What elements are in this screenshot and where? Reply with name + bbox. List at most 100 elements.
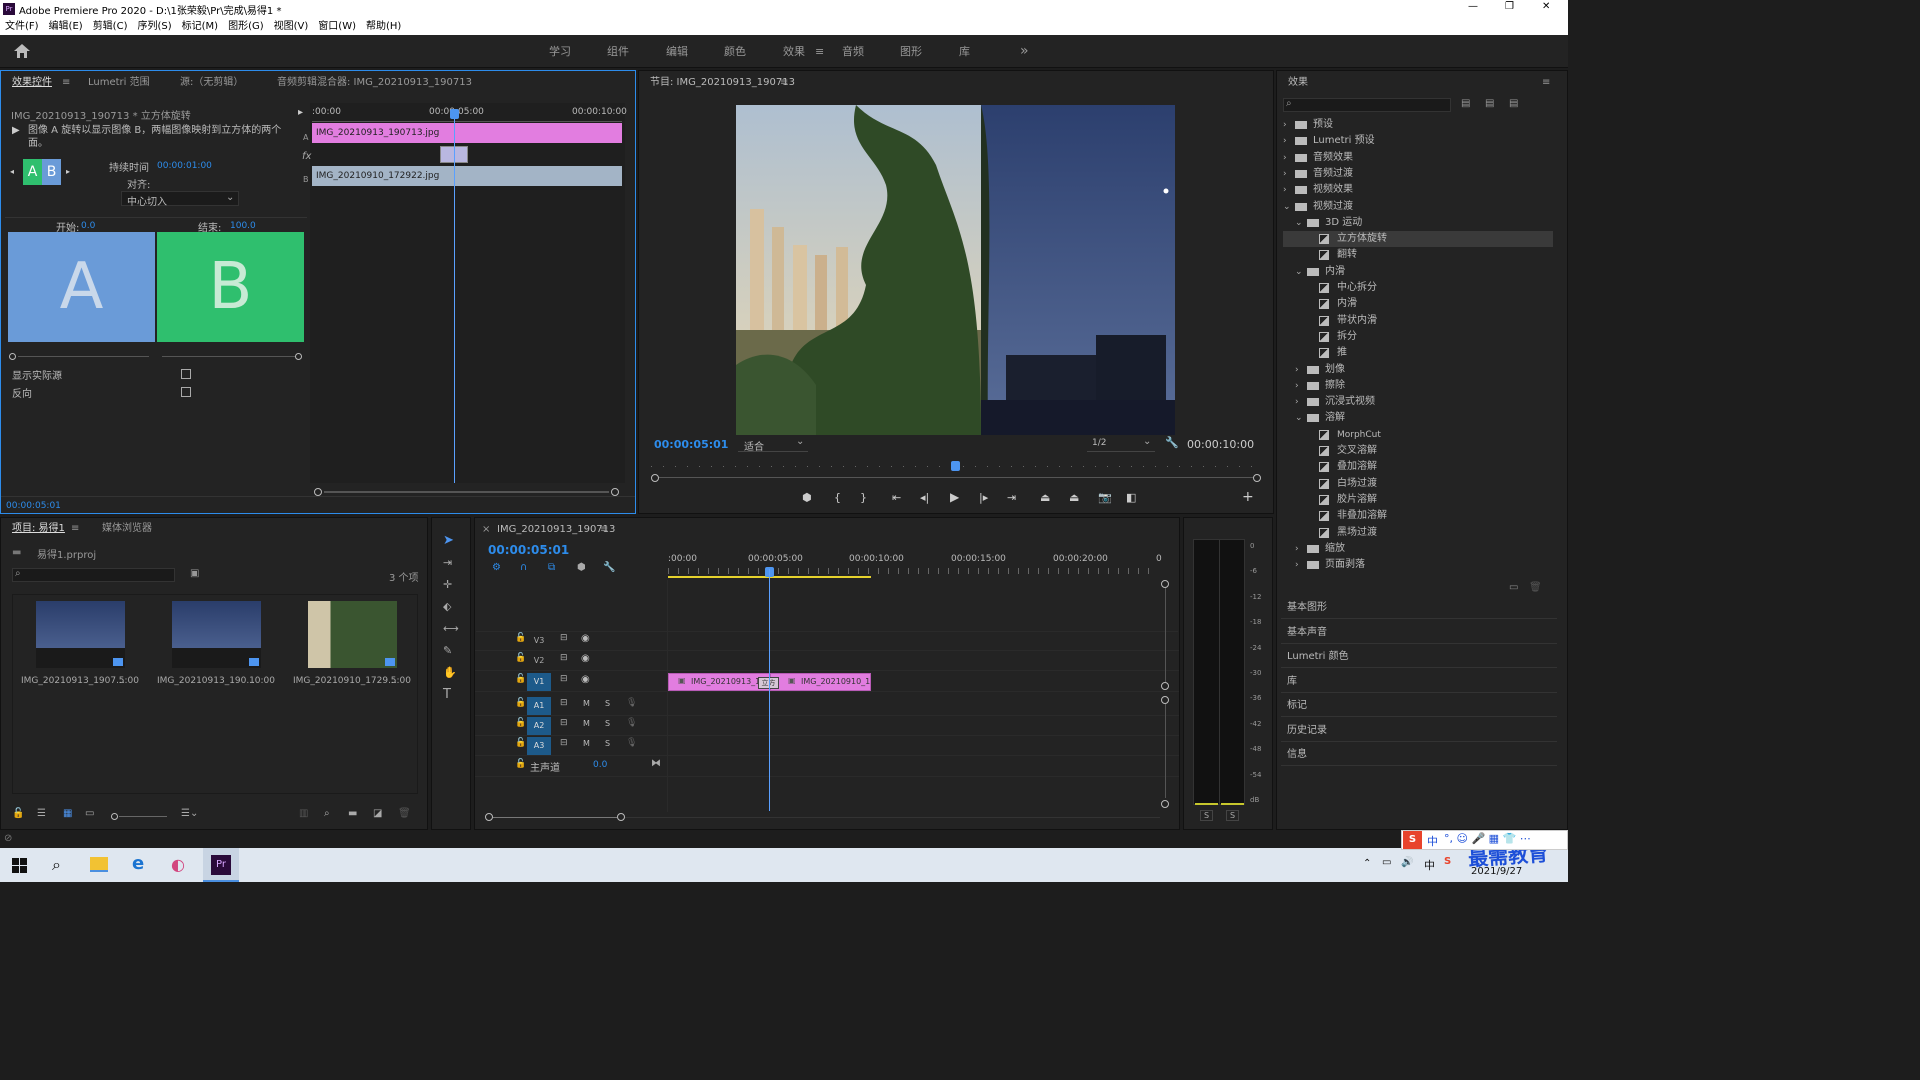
- voiceover-mic-icon[interactable]: 🎙: [626, 718, 637, 728]
- effects-folder[interactable]: › 缩放: [1283, 541, 1553, 557]
- 32bit-effects-icon[interactable]: ▤: [1485, 98, 1494, 109]
- track-target-button[interactable]: V3: [527, 632, 551, 650]
- new-bin-icon[interactable]: ▭: [1509, 582, 1518, 593]
- home-icon[interactable]: [14, 44, 30, 58]
- play-transition-icon[interactable]: ▶: [12, 125, 20, 136]
- solo-button[interactable]: S: [605, 699, 610, 708]
- program-timecode[interactable]: 00:00:05:01: [654, 438, 728, 451]
- tab-menu-icon[interactable]: ≡: [62, 76, 70, 90]
- v1-clip-2[interactable]: IMG_20210910_172: [770, 673, 871, 691]
- effects-folder[interactable]: › 划像: [1283, 362, 1553, 378]
- file-explorer-icon[interactable]: [90, 857, 108, 872]
- chevron-down-icon[interactable]: ⌄: [1295, 410, 1303, 426]
- timeline-settings-icon[interactable]: 🔧: [603, 562, 615, 573]
- voiceover-mic-icon[interactable]: 🎙: [626, 738, 637, 748]
- workspace-effects[interactable]: 效果: [783, 35, 805, 68]
- go-to-in-icon[interactable]: ⇤: [892, 491, 901, 504]
- windows-start-icon[interactable]: [12, 858, 27, 873]
- step-forward-icon[interactable]: |▸: [979, 491, 988, 504]
- track-lock-icon[interactable]: 🔓: [515, 633, 526, 643]
- track-lock-icon[interactable]: 🔓: [515, 653, 526, 663]
- button-editor-icon[interactable]: +: [1242, 489, 1254, 505]
- new-bin-icon[interactable]: ▬: [348, 808, 357, 819]
- mini-timeline-scrollbar[interactable]: [314, 488, 619, 496]
- ime-toolbar[interactable]: S 中 °, ☺ 🎤 ▦ 👕 ⋯: [1401, 830, 1568, 850]
- menu-view[interactable]: 视图(V): [274, 21, 309, 32]
- close-sequence-icon[interactable]: ×: [482, 523, 490, 537]
- tab-audio-clip-mixer[interactable]: 音频剪辑混合器: IMG_20210913_190713: [277, 76, 472, 90]
- project-search-input[interactable]: ⌕: [12, 568, 175, 582]
- chevron-right-icon[interactable]: ›: [1283, 150, 1287, 166]
- lift-icon[interactable]: ⏏: [1040, 491, 1050, 504]
- mini-clip-b[interactable]: IMG_20210910_172922.jpg: [312, 166, 622, 186]
- clear-icon[interactable]: 🗑: [398, 808, 411, 819]
- mark-in-icon[interactable]: {: [834, 491, 841, 504]
- tab-lumetri-scopes[interactable]: Lumetri 范围: [88, 76, 150, 90]
- menu-help[interactable]: 帮助(H): [366, 21, 401, 32]
- menu-clip[interactable]: 剪辑(C): [93, 21, 128, 32]
- comparison-view-icon[interactable]: ◧: [1126, 491, 1136, 504]
- automate-icon[interactable]: ▥: [299, 808, 308, 819]
- icon-view-icon[interactable]: ▦: [63, 808, 72, 819]
- linked-selection-icon[interactable]: ⧉: [548, 562, 555, 573]
- chevron-right-icon[interactable]: ›: [1283, 166, 1287, 182]
- resolution-dropdown[interactable]: 1/2 ⌄: [1087, 436, 1155, 452]
- tray-chevron-icon[interactable]: ⌃: [1363, 858, 1371, 869]
- effect-item[interactable]: 推: [1283, 345, 1553, 361]
- add-marker-icon[interactable]: ⬢: [577, 562, 586, 573]
- ime-indicator[interactable]: 中: [1424, 857, 1435, 873]
- track-target-button[interactable]: V2: [527, 652, 551, 670]
- lock-icon[interactable]: 🔓: [12, 808, 24, 819]
- wrench-icon[interactable]: 🔧: [1165, 436, 1179, 449]
- effects-section[interactable]: Lumetri 颜色: [1281, 646, 1557, 668]
- solo-button[interactable]: S: [605, 719, 610, 728]
- chevron-right-icon[interactable]: ›: [1283, 182, 1287, 198]
- tab-project[interactable]: 项目: 易得1: [12, 522, 65, 536]
- sync-lock-icon[interactable]: ⊟: [560, 653, 568, 663]
- show-source-checkbox[interactable]: [181, 369, 191, 379]
- workspace-editing[interactable]: 编辑: [666, 35, 688, 68]
- chevron-right-icon[interactable]: ›: [1295, 378, 1299, 394]
- effects-section[interactable]: 基本图形: [1281, 597, 1557, 619]
- timeline-timecode[interactable]: 00:00:05:01: [488, 543, 569, 557]
- menu-graphics[interactable]: 图形(G): [228, 21, 264, 32]
- go-to-out-icon[interactable]: ⇥: [1007, 491, 1016, 504]
- effects-folder[interactable]: › 页面剥落: [1283, 557, 1553, 573]
- expand-arrow-icon[interactable]: ▸: [298, 107, 303, 118]
- export-frame-icon[interactable]: 📷: [1098, 491, 1112, 504]
- selection-tool-icon[interactable]: ➤: [443, 534, 454, 548]
- eye-icon[interactable]: ◉: [581, 653, 590, 664]
- project-menu-icon[interactable]: ≡: [71, 522, 79, 536]
- zoom-slider[interactable]: [111, 813, 167, 821]
- mini-playhead-handle[interactable]: [450, 109, 459, 119]
- ime-mode[interactable]: 中: [1427, 833, 1438, 849]
- chevron-down-icon[interactable]: ⌄: [1283, 199, 1291, 215]
- master-end-icon[interactable]: ⧓: [651, 758, 661, 769]
- new-search-bin-icon[interactable]: ▣: [190, 568, 199, 579]
- extract-icon[interactable]: ⏏: [1069, 491, 1079, 504]
- effect-item[interactable]: 翻转: [1283, 247, 1553, 263]
- workspace-menu-icon[interactable]: ≡: [815, 35, 824, 68]
- program-playhead[interactable]: [951, 461, 960, 471]
- more-workspaces-icon[interactable]: »: [1020, 35, 1029, 68]
- sync-lock-icon[interactable]: ⊟: [560, 738, 568, 748]
- nest-icon[interactable]: ⚙: [492, 562, 501, 573]
- pen-tool-icon[interactable]: ✎: [443, 644, 452, 658]
- effects-folder[interactable]: ⌄ 内滑: [1283, 264, 1553, 280]
- chevron-down-icon[interactable]: ⌄: [1295, 215, 1303, 231]
- effect-controls-timecode[interactable]: 00:00:05:01: [6, 501, 61, 511]
- workspace-color[interactable]: 颜色: [724, 35, 746, 68]
- reverse-checkbox[interactable]: [181, 387, 191, 397]
- effects-section[interactable]: 库: [1281, 671, 1557, 693]
- sync-lock-icon[interactable]: ⊟: [560, 718, 568, 728]
- effects-menu-icon[interactable]: ≡: [1542, 76, 1550, 90]
- maximize-button[interactable]: ❐: [1505, 1, 1514, 12]
- effects-folder[interactable]: ⌄ 视频过渡: [1283, 199, 1553, 215]
- end-value[interactable]: 100.0: [230, 221, 256, 231]
- search-icon[interactable]: ⌕: [52, 855, 61, 875]
- eye-icon[interactable]: ◉: [581, 674, 590, 685]
- snap-icon[interactable]: ∩: [520, 562, 527, 573]
- voiceover-mic-icon[interactable]: 🎙: [626, 698, 637, 708]
- effects-folder[interactable]: ⌄ 溶解: [1283, 410, 1553, 426]
- effects-folder[interactable]: › Lumetri 预设: [1283, 133, 1553, 149]
